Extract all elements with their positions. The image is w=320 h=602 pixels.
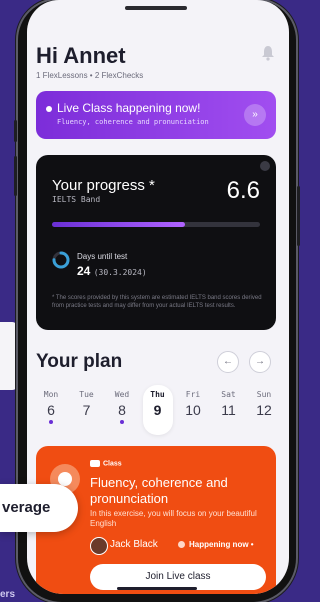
- day-fri[interactable]: Fri 10: [178, 385, 208, 435]
- teacher-name: Jack Black: [110, 539, 158, 550]
- scheduled-dot-icon: [49, 420, 53, 424]
- info-icon[interactable]: [260, 161, 270, 171]
- day-name: Fri: [185, 390, 201, 399]
- background-pill: verage: [0, 484, 78, 532]
- teacher-avatar: [90, 537, 108, 555]
- progress-title: Your progress *: [52, 177, 155, 194]
- day-name: Sat: [221, 390, 236, 399]
- side-button: [14, 120, 17, 142]
- band-score: 6.6: [226, 177, 260, 204]
- scheduled-dot-icon: [120, 420, 124, 424]
- progress-bar: [52, 222, 260, 227]
- day-tue[interactable]: Tue 7: [72, 385, 102, 435]
- double-chevron-right-icon[interactable]: »: [244, 104, 266, 126]
- live-class-title: Live Class happening now!: [57, 101, 201, 115]
- days-until-test-value: 24 (30.3.2024): [77, 264, 147, 278]
- background-pill-text: verage: [2, 499, 51, 516]
- class-tag-label: Class: [103, 460, 122, 468]
- live-dot-icon: [46, 106, 52, 112]
- live-class-banner[interactable]: Live Class happening now! Fluency, coher…: [36, 91, 276, 139]
- day-name: Wed: [114, 390, 130, 399]
- days-until-test-label: Days until test: [77, 252, 128, 261]
- days-count: 24: [77, 264, 91, 278]
- day-wed[interactable]: Wed 8: [107, 385, 137, 435]
- lesson-stats: 1 FlexLessons • 2 FlexChecks: [36, 71, 144, 80]
- day-thu[interactable]: Thu 9: [142, 385, 173, 435]
- day-date: 10: [185, 402, 201, 418]
- status-label: Happening now •: [189, 540, 254, 549]
- day-mon[interactable]: Mon 6: [36, 385, 66, 435]
- day-date: 7: [82, 402, 91, 418]
- day-name: Sun: [256, 390, 272, 399]
- score-disclaimer: * The scores provided by this system are…: [52, 295, 262, 309]
- week-strip: Mon 6 Tue 7 Wed 8 Thu 9 Fri 10 Sat 11 Sun 12: [36, 385, 280, 435]
- background-card: [0, 322, 18, 390]
- class-title: Fluency, coherence and pronunciation: [90, 475, 228, 506]
- background-bottom-text: ers: [0, 589, 16, 600]
- day-sat[interactable]: Sat 11: [214, 385, 244, 435]
- live-class-subtitle: Fluency, coherence and pronunciation: [57, 118, 209, 126]
- day-name: Mon: [43, 390, 59, 399]
- plan-title: Your plan: [36, 351, 123, 372]
- progress-bar-fill: [52, 222, 186, 227]
- next-week-button[interactable]: →: [249, 351, 271, 373]
- speaker-notch: [125, 6, 187, 10]
- day-name: Tue: [79, 390, 94, 399]
- test-date: (30.3.2024): [93, 268, 147, 277]
- status-icon: [178, 541, 185, 549]
- greeting-title: Hi Annet: [36, 43, 126, 68]
- day-date: 12: [256, 402, 272, 418]
- class-description: In this exercise, you will focus on your…: [90, 509, 257, 528]
- day-sun[interactable]: Sun 12: [249, 385, 279, 435]
- day-date: 11: [221, 402, 236, 418]
- day-date: 8: [118, 402, 126, 418]
- status-badge: Happening now •: [178, 540, 254, 549]
- class-tag: Class: [90, 460, 122, 467]
- day-name: Thu: [150, 390, 165, 399]
- prev-week-button[interactable]: ←: [217, 351, 239, 373]
- band-label: IELTS Band: [52, 195, 101, 204]
- progress-card: Your progress * IELTS Band 6.6 Days unti…: [36, 155, 276, 330]
- bell-icon[interactable]: [261, 45, 275, 61]
- volume-up-button: [14, 156, 17, 196]
- day-date: 9: [153, 402, 162, 418]
- day-date: 6: [47, 402, 55, 418]
- video-icon: [90, 460, 100, 467]
- countdown-ring-icon: [52, 251, 70, 269]
- power-button: [297, 186, 300, 246]
- home-indicator[interactable]: [117, 587, 197, 590]
